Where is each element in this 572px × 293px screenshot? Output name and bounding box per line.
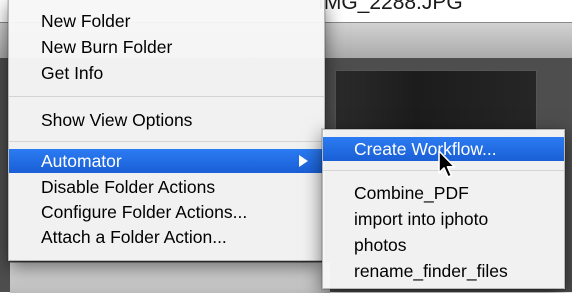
menu-item-label: Combine_PDF	[354, 183, 469, 203]
menu-item-configure-folder-actions[interactable]: Configure Folder Actions...	[9, 201, 324, 223]
background-filename: IMG_2288.JPG	[318, 0, 463, 14]
context-menu: New Folder New Burn Folder Get Info Show…	[8, 0, 325, 261]
menu-item-label: rename_finder_files	[354, 261, 508, 281]
window-bottom-bar	[10, 262, 330, 293]
submenu-item-rename-finder-files[interactable]: rename_finder_files	[323, 260, 564, 282]
menu-item-label: Configure Folder Actions...	[41, 202, 248, 222]
submenu-item-import-into-iphoto[interactable]: import into iphoto	[323, 208, 564, 230]
menu-item-label: New Burn Folder	[41, 37, 173, 57]
menu-item-label: New Folder	[41, 11, 131, 31]
menu-item-new-folder[interactable]: New Folder	[9, 10, 324, 32]
arrow-pointer-icon	[438, 150, 456, 178]
menu-item-label: photos	[354, 235, 407, 255]
menu-item-attach-folder-action[interactable]: Attach a Folder Action...	[9, 226, 324, 248]
menu-item-label: import into iphoto	[354, 209, 489, 229]
menu-item-label: Attach a Folder Action...	[41, 227, 227, 247]
menu-separator	[9, 96, 324, 97]
menu-item-show-view-options[interactable]: Show View Options	[9, 109, 324, 131]
menu-item-label: Automator	[41, 151, 122, 171]
menu-item-label: Create Workflow...	[354, 139, 497, 159]
menu-item-label: Disable Folder Actions	[41, 177, 216, 197]
menu-item-new-burn-folder[interactable]: New Burn Folder	[9, 36, 324, 58]
menu-item-label: Show View Options	[41, 110, 193, 130]
menu-separator	[9, 141, 324, 142]
triangle-right-icon	[299, 155, 308, 167]
menu-item-get-info[interactable]: Get Info	[9, 62, 324, 84]
submenu-item-photos[interactable]: photos	[323, 234, 564, 256]
menu-item-automator[interactable]: Automator	[9, 149, 324, 173]
submenu-item-combine-pdf[interactable]: Combine_PDF	[323, 182, 564, 204]
menu-item-disable-folder-actions[interactable]: Disable Folder Actions	[9, 176, 324, 198]
menu-item-label: Get Info	[41, 63, 104, 83]
